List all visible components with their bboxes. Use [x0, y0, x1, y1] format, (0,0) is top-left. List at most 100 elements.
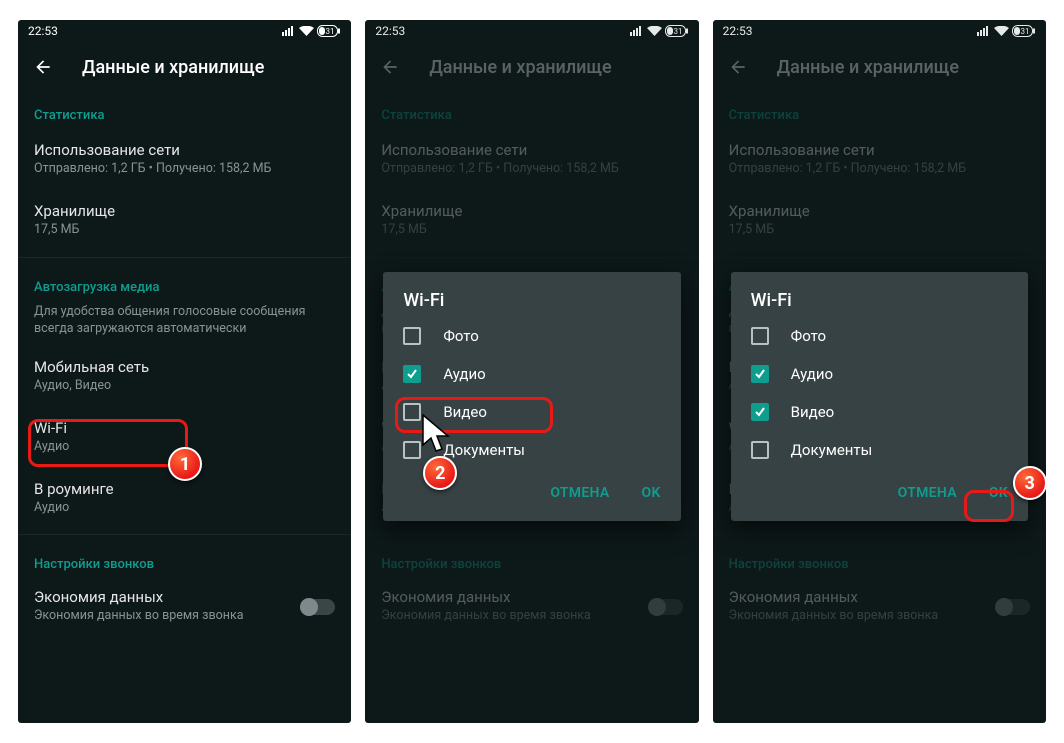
- item-data-economy: Экономия данных Экономия данных во время…: [713, 578, 1046, 635]
- wifi-dialog: Wi-Fi Фото Аудио Видео Документы ОТМЕНА …: [383, 272, 680, 521]
- item-title: Экономия данных: [381, 588, 648, 606]
- option-photo[interactable]: Фото: [731, 317, 1028, 355]
- item-subtitle: Аудио, Видео: [34, 378, 335, 395]
- item-data-economy: Экономия данных Экономия данных во время…: [365, 578, 698, 635]
- checkbox-checked-icon[interactable]: [751, 365, 769, 383]
- item-data-economy[interactable]: Экономия данных Экономия данных во время…: [18, 578, 351, 635]
- section-header-calls: Настройки звонков: [365, 541, 698, 578]
- settings-list[interactable]: Статистика Использование сети Отправлено…: [18, 92, 351, 645]
- page-title: Данные и хранилище: [82, 57, 264, 78]
- item-subtitle: Экономия данных во время звонка: [34, 608, 301, 625]
- item-title: Wi-Fi: [34, 419, 335, 437]
- section-header-calls: Настройки звонков: [18, 541, 351, 578]
- section-header-stats: Статистика: [18, 92, 351, 129]
- phone-screenshot-3: 22:53 31 Данные и хранилище Статистика И…: [713, 20, 1046, 723]
- status-bar: 22:53 31: [713, 20, 1046, 42]
- item-subtitle: Отправлено: 1,2 ГБ • Получено: 158,2 МБ: [729, 161, 1030, 178]
- item-subtitle: 17,5 МБ: [34, 222, 335, 239]
- checkbox-unchecked-icon[interactable]: [751, 327, 769, 345]
- divider: [365, 534, 698, 535]
- item-subtitle: Экономия данных во время звонка: [381, 608, 648, 625]
- item-title: Хранилище: [381, 202, 682, 220]
- cancel-button[interactable]: ОТМЕНА: [538, 477, 621, 509]
- item-wifi[interactable]: Wi-Fi Аудио: [18, 407, 351, 468]
- item-storage: Хранилище 17,5 МБ: [713, 190, 1046, 251]
- dialog-actions: ОТМЕНА OK: [383, 469, 680, 515]
- item-title: Использование сети: [729, 141, 1030, 159]
- option-audio[interactable]: Аудио: [731, 355, 1028, 393]
- status-bar: 22:53 31: [18, 20, 351, 42]
- back-button[interactable]: [24, 48, 62, 86]
- checkbox-unchecked-icon[interactable]: [403, 327, 421, 345]
- section-header-stats: Статистика: [365, 92, 698, 129]
- item-storage: Хранилище 17,5 МБ: [365, 190, 698, 251]
- toggle-switch[interactable]: [301, 599, 335, 615]
- option-video[interactable]: Видео: [731, 393, 1028, 431]
- phone-screenshot-1: 22:53 31 Данные и хранилище Статистика И…: [18, 20, 351, 723]
- section-header-stats: Статистика: [713, 92, 1046, 129]
- status-bar: 22:53 31: [365, 20, 698, 42]
- option-audio[interactable]: Аудио: [383, 355, 680, 393]
- option-documents[interactable]: Документы: [731, 431, 1028, 469]
- phone-screenshot-2: 22:53 31 Данные и хранилище Статистика И…: [365, 20, 698, 723]
- item-mobile-data[interactable]: Мобильная сеть Аудио, Видео: [18, 346, 351, 407]
- toolbar: Данные и хранилище: [365, 42, 698, 92]
- option-label: Фото: [791, 327, 826, 345]
- autoload-description: Для удобства общения голосовые сообщения…: [18, 301, 351, 346]
- item-title: Мобильная сеть: [34, 358, 335, 376]
- checkbox-checked-icon[interactable]: [403, 365, 421, 383]
- option-label: Аудио: [443, 365, 485, 383]
- section-header-autoload: Автозагрузка медиа: [18, 264, 351, 301]
- item-title: Хранилище: [34, 202, 335, 220]
- svg-text:31: 31: [326, 27, 335, 36]
- item-subtitle: Экономия данных во время звонка: [729, 608, 996, 625]
- toggle-switch: [649, 599, 683, 615]
- item-subtitle: Аудио: [34, 439, 335, 456]
- item-subtitle: 17,5 МБ: [381, 222, 682, 239]
- item-title: В роуминге: [34, 480, 335, 498]
- option-label: Видео: [791, 403, 835, 421]
- checkbox-unchecked-icon[interactable]: [403, 403, 421, 421]
- option-video[interactable]: Видео: [383, 393, 680, 431]
- dialog-actions: ОТМЕНА OK: [731, 469, 1028, 515]
- item-subtitle: Отправлено: 1,2 ГБ • Получено: 158,2 МБ: [381, 161, 682, 178]
- status-icons: 31: [977, 25, 1036, 37]
- divider: [365, 257, 698, 258]
- page-title: Данные и хранилище: [777, 57, 959, 78]
- option-label: Фото: [443, 327, 478, 345]
- status-icons: 31: [282, 25, 341, 37]
- svg-text:31: 31: [673, 27, 682, 36]
- back-button[interactable]: [371, 48, 409, 86]
- item-storage[interactable]: Хранилище 17,5 МБ: [18, 190, 351, 251]
- svg-text:31: 31: [1020, 27, 1029, 36]
- wifi-dialog: Wi-Fi Фото Аудио Видео Документы ОТМЕНА …: [731, 272, 1028, 521]
- item-subtitle: Отправлено: 1,2 ГБ • Получено: 158,2 МБ: [34, 161, 335, 178]
- cancel-button[interactable]: ОТМЕНА: [886, 477, 969, 509]
- dialog-title: Wi-Fi: [383, 290, 680, 317]
- option-photo[interactable]: Фото: [383, 317, 680, 355]
- item-subtitle: 17,5 МБ: [729, 222, 1030, 239]
- divider: [713, 257, 1046, 258]
- item-title: Использование сети: [34, 141, 335, 159]
- divider: [713, 534, 1046, 535]
- divider: [18, 534, 351, 535]
- toolbar: Данные и хранилище: [713, 42, 1046, 92]
- option-label: Видео: [443, 403, 487, 421]
- ok-button[interactable]: OK: [977, 477, 1020, 509]
- checkbox-unchecked-icon[interactable]: [403, 441, 421, 459]
- option-documents[interactable]: Документы: [383, 431, 680, 469]
- option-label: Документы: [791, 441, 873, 459]
- ok-button[interactable]: OK: [630, 477, 673, 509]
- item-roaming[interactable]: В роуминге Аудио: [18, 468, 351, 529]
- item-title: Экономия данных: [729, 588, 996, 606]
- checkbox-checked-icon[interactable]: [751, 403, 769, 421]
- back-button[interactable]: [719, 48, 757, 86]
- status-time: 22:53: [375, 24, 405, 38]
- item-title: Использование сети: [381, 141, 682, 159]
- checkbox-unchecked-icon[interactable]: [751, 441, 769, 459]
- item-network-usage[interactable]: Использование сети Отправлено: 1,2 ГБ • …: [18, 129, 351, 190]
- option-label: Документы: [443, 441, 525, 459]
- dialog-title: Wi-Fi: [731, 290, 1028, 317]
- item-network-usage: Использование сети Отправлено: 1,2 ГБ • …: [365, 129, 698, 190]
- status-time: 22:53: [28, 24, 58, 38]
